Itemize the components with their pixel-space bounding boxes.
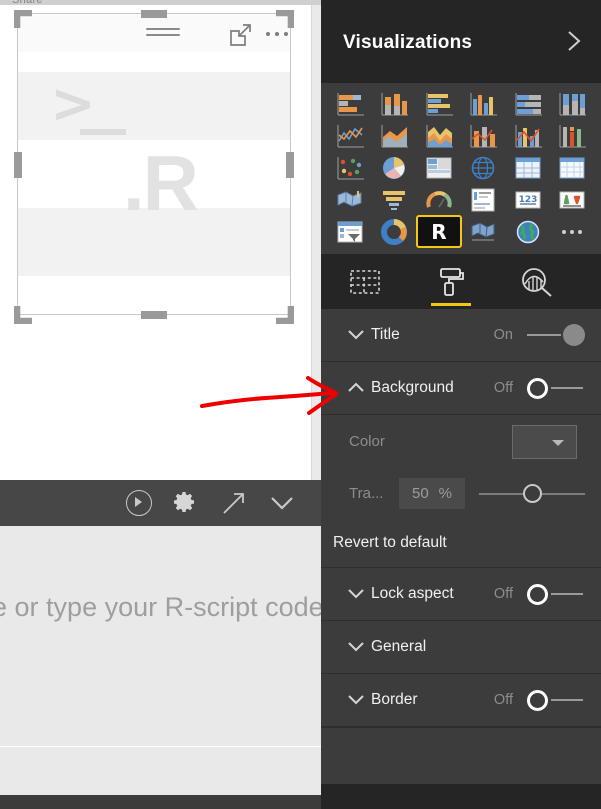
area-chart-icon[interactable]	[374, 121, 416, 150]
section-state: Off	[493, 586, 513, 602]
filter-icon[interactable]	[146, 24, 180, 42]
selection-handle-bottom-center[interactable]	[141, 311, 167, 319]
section-label: Border	[371, 691, 418, 708]
color-picker-dropdown[interactable]	[512, 425, 577, 459]
r-script-editor-footer	[0, 747, 321, 795]
donut-chart-icon[interactable]	[374, 217, 416, 246]
prompt-underscore	[80, 129, 126, 135]
r-script-editor-toolbar	[0, 480, 321, 526]
format-section-border[interactable]: Border Off	[321, 674, 601, 727]
lock-aspect-toggle[interactable]	[525, 582, 585, 606]
section-label: Background	[371, 379, 454, 396]
clustered-bar-chart-icon[interactable]	[418, 89, 460, 118]
tab-format[interactable]	[429, 260, 473, 306]
pane-bottom-strip	[321, 784, 601, 798]
ribbon-chart-icon[interactable]	[552, 121, 594, 150]
color-label: Color	[349, 432, 385, 450]
focus-mode-icon[interactable]	[230, 24, 252, 46]
more-visuals-icon[interactable]	[552, 217, 594, 246]
prompt-chevron: >	[50, 72, 96, 135]
stacked-column-chart-icon[interactable]	[374, 89, 416, 118]
chevron-down-icon[interactable]	[343, 588, 369, 600]
background-color-row: Color	[321, 415, 601, 467]
transparency-unit: %	[438, 485, 453, 502]
tab-analytics[interactable]	[515, 260, 559, 304]
format-properties-list: Title On Background Off Color Tra... 50 …	[321, 309, 601, 784]
r-prompt-watermark: >	[38, 72, 158, 138]
treemap-icon[interactable]	[418, 153, 460, 182]
shape-map-icon[interactable]	[463, 217, 505, 246]
expand-icon[interactable]	[221, 490, 247, 516]
format-section-general[interactable]: General	[321, 621, 601, 674]
run-script-icon[interactable]	[126, 490, 152, 516]
border-toggle[interactable]	[525, 688, 585, 712]
scatter-chart-icon[interactable]	[329, 153, 371, 182]
page-title: Visualizations	[343, 32, 473, 53]
chevron-right-icon[interactable]	[563, 30, 585, 52]
gauge-chart-icon[interactable]	[418, 185, 460, 214]
table-icon[interactable]	[507, 153, 549, 182]
transparency-slider-thumb[interactable]	[523, 484, 542, 503]
section-state: On	[493, 327, 513, 343]
section-label: General	[371, 638, 427, 655]
kpi-icon[interactable]	[552, 185, 594, 214]
100-stacked-column-chart-icon[interactable]	[552, 89, 594, 118]
stacked-bar-chart-icon[interactable]	[329, 89, 371, 118]
filled-map-icon[interactable]	[329, 185, 371, 214]
r-script-editor-bottom-bar	[0, 795, 321, 809]
chevron-down-icon[interactable]	[343, 694, 369, 706]
properties-empty-area	[321, 727, 601, 784]
selection-handle-right-middle[interactable]	[286, 152, 294, 178]
clustered-column-chart-icon[interactable]	[463, 89, 505, 118]
r-script-visual-icon[interactable]: R	[416, 215, 462, 248]
transparency-input[interactable]: 50 %	[399, 478, 465, 509]
r-script-editor-body[interactable]: Paste or type your R-script code here to…	[0, 526, 321, 747]
r-file-watermark: .R	[123, 139, 199, 227]
title-toggle[interactable]	[525, 323, 585, 347]
section-label: Title	[371, 326, 400, 343]
line-stacked-column-chart-icon[interactable]	[463, 121, 505, 150]
visualizations-pane: Visualizations 123 R Title On Background…	[321, 0, 601, 809]
visualizations-tab-bar	[321, 254, 601, 309]
collapse-icon[interactable]	[268, 490, 296, 516]
selection-handle-left-middle[interactable]	[14, 152, 22, 178]
pie-chart-icon[interactable]	[374, 153, 416, 182]
arcgis-map-icon[interactable]	[507, 217, 549, 246]
section-state: Off	[493, 692, 513, 708]
script-placeholder-text: Paste or type your R-script code here to…	[0, 592, 321, 622]
line-clustered-column-chart-icon[interactable]	[507, 121, 549, 150]
card-icon[interactable]: 123	[507, 185, 549, 214]
matrix-icon[interactable]	[552, 153, 594, 182]
transparency-label: Tra...	[349, 484, 384, 502]
gear-icon[interactable]	[173, 490, 197, 514]
visual-type-grid: 123 R	[321, 83, 601, 254]
r-script-visual[interactable]: > .R	[17, 13, 291, 315]
chevron-down-icon[interactable]	[343, 641, 369, 653]
section-label: Lock aspect	[371, 585, 454, 602]
svg-text:R: R	[431, 220, 446, 244]
report-canvas-pane: Share > .R or type your R-script code	[0, 0, 321, 809]
format-section-lock-aspect[interactable]: Lock aspect Off	[321, 568, 601, 621]
format-section-title[interactable]: Title On	[321, 309, 601, 362]
section-state: Off	[493, 380, 513, 396]
visualizations-header: Visualizations	[321, 0, 601, 83]
stacked-area-chart-icon[interactable]	[418, 121, 460, 150]
background-toggle[interactable]	[525, 376, 585, 400]
selection-handle-top-center[interactable]	[141, 10, 167, 18]
line-chart-icon[interactable]	[329, 121, 371, 150]
chevron-up-icon[interactable]	[343, 382, 369, 394]
transparency-value: 50	[411, 485, 429, 502]
transparency-slider[interactable]	[479, 484, 585, 503]
funnel-chart-icon[interactable]	[374, 185, 416, 214]
chevron-down-icon[interactable]	[343, 329, 369, 341]
background-transparency-row: Tra... 50 %	[321, 467, 601, 519]
100-stacked-bar-chart-icon[interactable]	[507, 89, 549, 118]
format-section-background[interactable]: Background Off	[321, 362, 601, 415]
tab-fields[interactable]	[343, 260, 387, 304]
revert-to-default-link[interactable]: Revert to default	[321, 519, 601, 568]
map-icon[interactable]	[463, 153, 505, 182]
slicer-icon[interactable]	[329, 217, 371, 246]
multi-row-card-icon[interactable]	[463, 185, 505, 214]
